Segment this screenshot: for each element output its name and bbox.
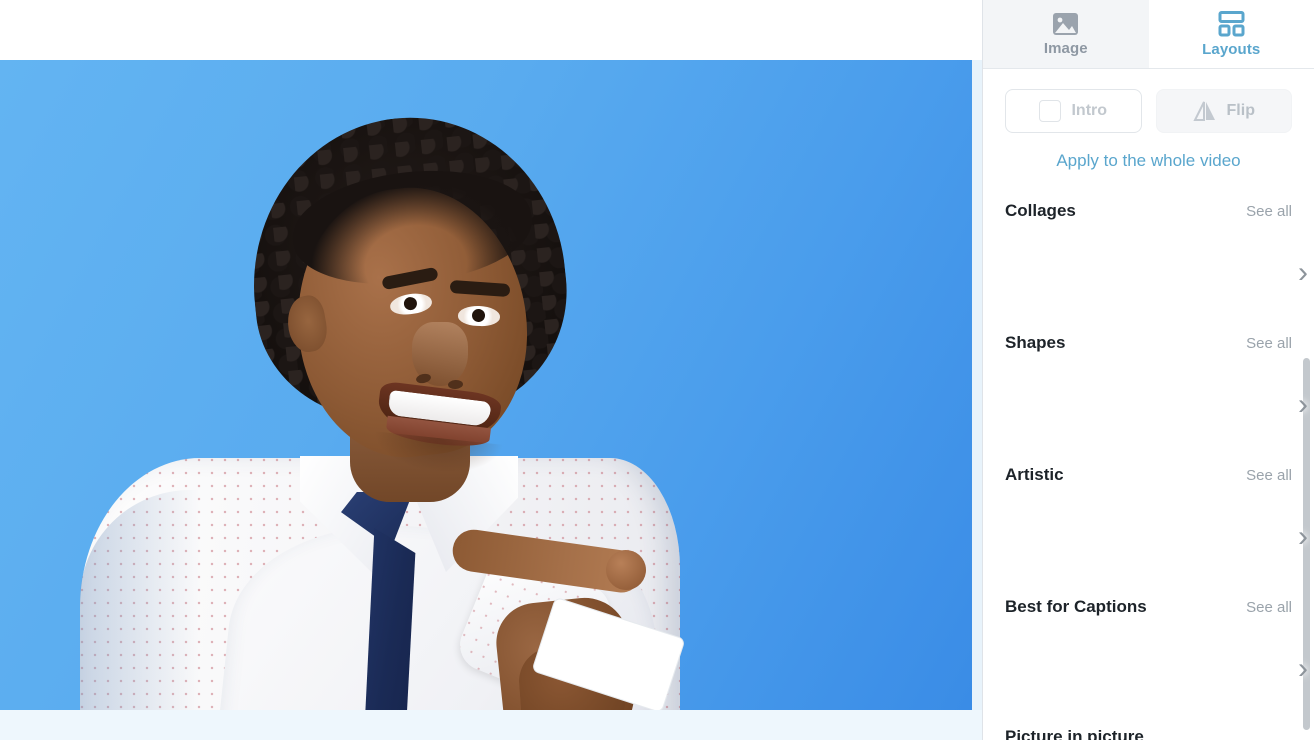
section-captions-title: Best for Captions bbox=[1005, 597, 1147, 616]
section-collages-see-all[interactable]: See all bbox=[1246, 203, 1292, 220]
canvas-side-strip bbox=[972, 60, 982, 710]
section-artistic-thumbs: › bbox=[983, 495, 1314, 579]
flip-icon bbox=[1192, 101, 1217, 121]
layouts-icon bbox=[1216, 10, 1247, 37]
image-icon bbox=[1052, 12, 1079, 36]
section-collages-thumbs: › bbox=[983, 231, 1314, 315]
panel-tabs: Image Layouts bbox=[983, 0, 1314, 69]
subject-shirt-shadow bbox=[80, 490, 200, 710]
canvas-bottom-strip bbox=[0, 710, 982, 740]
section-artistic: Artistic See all › bbox=[983, 447, 1314, 579]
tab-image-label: Image bbox=[1043, 39, 1088, 57]
intro-button-label: Intro bbox=[1071, 102, 1108, 119]
subject-eye-right bbox=[457, 305, 501, 327]
section-captions-thumbs: › bbox=[983, 627, 1314, 711]
editor-window: Image Layouts Intro Flip Apply to the wh… bbox=[0, 0, 1314, 740]
section-artistic-title: Artistic bbox=[1005, 465, 1064, 484]
preview-canvas[interactable] bbox=[0, 0, 982, 740]
section-shapes: Shapes See all › bbox=[983, 315, 1314, 447]
collages-next-arrow[interactable]: › bbox=[1298, 258, 1308, 288]
section-picture-in-picture-title: Picture in picture bbox=[1005, 727, 1144, 740]
section-shapes-header: Shapes See all bbox=[983, 325, 1314, 363]
section-collages-header: Collages See all bbox=[983, 193, 1314, 231]
layouts-panel: Image Layouts Intro Flip Apply to the wh… bbox=[982, 0, 1314, 740]
captions-next-arrow[interactable]: › bbox=[1298, 654, 1308, 684]
section-artistic-header: Artistic See all bbox=[983, 457, 1314, 495]
section-best-for-captions: Best for Captions See all › bbox=[983, 579, 1314, 711]
artistic-next-arrow[interactable]: › bbox=[1298, 522, 1308, 552]
section-collages: Collages See all › bbox=[983, 183, 1314, 315]
flip-button[interactable]: Flip bbox=[1155, 89, 1292, 133]
square-outline-icon bbox=[1039, 100, 1062, 122]
section-shapes-title: Shapes bbox=[1005, 333, 1066, 352]
canvas-top-padding bbox=[0, 0, 982, 60]
tab-layouts[interactable]: Layouts bbox=[1148, 0, 1314, 68]
section-artistic-see-all[interactable]: See all bbox=[1246, 467, 1292, 484]
section-shapes-thumbs: › bbox=[983, 363, 1314, 447]
section-collages-title: Collages bbox=[1005, 201, 1076, 220]
shapes-next-arrow[interactable]: › bbox=[1298, 390, 1308, 420]
tab-layouts-label: Layouts bbox=[1202, 40, 1261, 58]
video-frame[interactable] bbox=[0, 60, 972, 710]
quick-action-row: Intro Flip bbox=[983, 69, 1314, 133]
section-shapes-see-all[interactable]: See all bbox=[1246, 335, 1292, 352]
tab-image[interactable]: Image bbox=[983, 0, 1149, 68]
panel-scrollbar[interactable] bbox=[1303, 0, 1312, 740]
section-captions-header: Best for Captions See all bbox=[983, 589, 1314, 627]
section-captions-see-all[interactable]: See all bbox=[1246, 599, 1292, 616]
flip-button-label: Flip bbox=[1226, 102, 1255, 119]
intro-button[interactable]: Intro bbox=[1005, 89, 1142, 133]
apply-to-whole-video-link[interactable]: Apply to the whole video bbox=[983, 133, 1314, 183]
preview-photo bbox=[0, 60, 972, 710]
